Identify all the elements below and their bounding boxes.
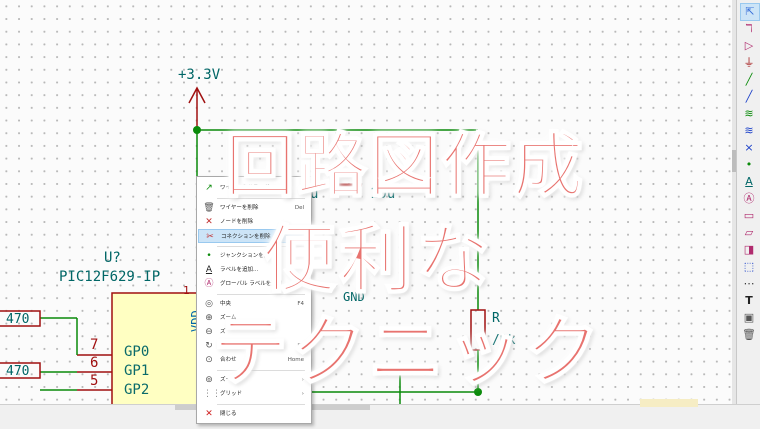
right-toolbar: ⇱ ℸ ▷ ⏚ ╱ ╱ ≋ ≋ × • A Ⓐ ▭ ▱ ◨ ⬚ ⋯ T ▣ 🗑 bbox=[736, 0, 760, 404]
ic-part: PIC12F629-IP bbox=[59, 269, 160, 285]
pin-name-gp1: GP1 bbox=[124, 363, 149, 379]
drag-wire-icon: ↗ bbox=[205, 183, 213, 193]
add-sheet-icon[interactable]: ▱ bbox=[740, 225, 758, 241]
add-line-icon[interactable]: ⋯ bbox=[740, 276, 758, 292]
pin-num-5: 5 bbox=[90, 373, 98, 389]
import-sheet-pin-icon[interactable]: ◨ bbox=[740, 242, 758, 258]
delete-wire-icon: 🗑 bbox=[203, 203, 215, 213]
add-bus-entry-icon[interactable]: ≋ bbox=[740, 106, 758, 122]
delete-connection-icon: ✂ bbox=[206, 232, 214, 242]
pin1-num: 1 bbox=[183, 284, 190, 297]
add-sheet-pin-icon[interactable]: ⬚ bbox=[740, 259, 758, 275]
add-wire-icon[interactable]: ╱ bbox=[740, 72, 758, 88]
pin-num-7: 7 bbox=[90, 337, 98, 353]
menu-item-close[interactable]: ✕ 閉じる bbox=[198, 407, 310, 421]
bottom-status-bar bbox=[0, 404, 760, 429]
add-global-label-icon[interactable]: Ⓐ bbox=[740, 191, 758, 207]
ic-ref: U? bbox=[104, 250, 121, 266]
close-icon: ✕ bbox=[205, 409, 213, 419]
add-power-icon[interactable]: ⏚ bbox=[740, 55, 758, 71]
bottom-highlight bbox=[640, 399, 698, 407]
add-junction-icon[interactable]: • bbox=[740, 157, 758, 173]
add-label-icon[interactable]: A bbox=[740, 174, 758, 190]
delete-icon[interactable]: 🗑 bbox=[740, 327, 758, 343]
add-label-icon: A bbox=[205, 265, 213, 275]
add-text-icon[interactable]: T bbox=[740, 293, 758, 309]
add-global-label-icon: Ⓐ bbox=[204, 279, 214, 289]
select-icon[interactable]: ⇱ bbox=[740, 3, 760, 21]
add-wire-entry-icon[interactable]: ≋ bbox=[740, 123, 758, 139]
add-symbol-icon[interactable]: ▷ bbox=[740, 38, 758, 54]
overlay-title-line1: 回路図作成 bbox=[224, 124, 585, 208]
pin-name-gp2: GP2 bbox=[124, 382, 149, 398]
power-label: +3.3V bbox=[178, 67, 221, 83]
resistor-1-value: 470 bbox=[6, 312, 29, 327]
resistor-2-value: 470 bbox=[6, 364, 29, 379]
add-image-icon[interactable]: ▣ bbox=[740, 310, 758, 326]
no-connect-icon[interactable]: × bbox=[740, 140, 758, 156]
delete-node-icon: ✕ bbox=[205, 217, 213, 227]
add-hier-label-icon[interactable]: ▭ bbox=[740, 208, 758, 224]
pin-name-gp0: GP0 bbox=[124, 344, 149, 360]
highlight-net-icon[interactable]: ℸ bbox=[740, 21, 758, 37]
add-bus-icon[interactable]: ╱ bbox=[740, 89, 758, 105]
overlay-title-line3: テクニック bbox=[211, 306, 602, 397]
add-junction-icon: • bbox=[206, 251, 212, 261]
pin-num-6: 6 bbox=[90, 355, 98, 371]
